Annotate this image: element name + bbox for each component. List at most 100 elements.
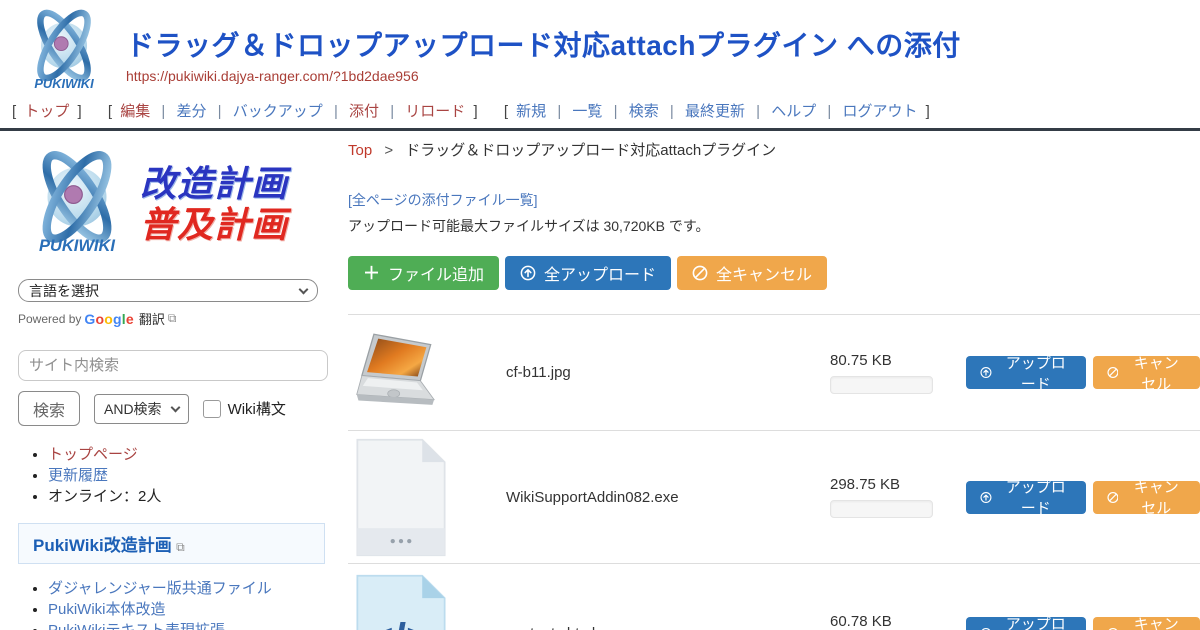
sidebar-item-text-extension[interactable]: PukiWikiテキスト表現拡張 <box>48 622 225 630</box>
nav-separator: | <box>334 103 338 120</box>
table-row: WikiSupportAddin082.exe 298.75 KB アップロード <box>348 430 1200 563</box>
upload-circle-icon <box>980 365 992 380</box>
cancel-circle-icon <box>1107 490 1119 505</box>
generic-file-icon <box>355 438 447 557</box>
pending-files-table: cf-b11.jpg 80.75 KB アップロード <box>348 314 1200 630</box>
code-glyph: </> <box>367 615 432 630</box>
breadcrumb-separator: > <box>384 142 393 159</box>
external-link-icon: ⧉ <box>168 311 177 326</box>
pukiwiki-atom-logo[interactable]: PUKIWIKI <box>18 5 110 97</box>
online-counter: オンライン：2人 <box>48 488 161 505</box>
nav-bracket: [ <box>12 103 16 120</box>
nav-item-backup[interactable]: バックアップ <box>233 103 323 120</box>
logo-line-kaizou: 改造計画 <box>140 163 288 204</box>
logo-line-fukyuu: 普及計画 <box>140 204 288 245</box>
upload-toolbar: ＋ ファイル追加 全アップロード 全キャンセル <box>348 256 1200 290</box>
nav-item-search[interactable]: 検索 <box>629 103 659 120</box>
cancel-button[interactable]: キャンセル <box>1093 356 1200 389</box>
google-logo: Google <box>84 311 133 327</box>
nav-separator: | <box>390 103 394 120</box>
nav-item-help[interactable]: ヘルプ <box>771 103 816 120</box>
breadcrumb: Top > ドラッグ＆ドロップアップロード対応attachプラグイン <box>348 139 1200 160</box>
sidebar-item-toppage[interactable]: トップページ <box>48 446 138 463</box>
sidebar-quick-links: トップページ 更新履歴 オンライン：2人 <box>18 444 330 507</box>
list-item: PukiWikiテキスト表現拡張 <box>48 620 318 630</box>
add-files-button[interactable]: ＋ ファイル追加 <box>348 256 499 290</box>
nav-bracket: ] <box>78 103 82 120</box>
breadcrumb-current-page: ドラッグ＆ドロップアップロード対応attachプラグイン <box>405 142 776 159</box>
search-mode-select[interactable]: AND検索 <box>94 394 189 424</box>
sidebar-logo-banner[interactable]: PUKIWIKI 改造計画 普及計画 <box>18 143 330 265</box>
list-item: 更新履歴 <box>48 465 330 486</box>
wiki-syntax-label: Wiki構文 <box>228 398 286 419</box>
external-link-icon: ⧉ <box>176 540 185 554</box>
cancel-button[interactable]: キャンセル <box>1093 617 1200 630</box>
upload-button[interactable]: アップロード <box>966 356 1086 389</box>
file-name: contents.html <box>506 625 830 630</box>
nav-separator: | <box>557 103 561 120</box>
plus-icon: ＋ <box>363 265 380 282</box>
language-select[interactable]: 言語を選択 <box>18 279 318 302</box>
cancel-button[interactable]: キャンセル <box>1093 481 1200 514</box>
file-size: 60.78 KB <box>830 613 948 630</box>
translate-link[interactable]: 翻訳 <box>139 309 165 328</box>
cancel-circle-icon <box>692 265 708 281</box>
all-pages-attachment-list-link[interactable]: [全ページの添付ファイル一覧] <box>348 190 538 210</box>
upload-all-button[interactable]: 全アップロード <box>505 256 671 290</box>
nav-item-new[interactable]: 新規 <box>516 103 546 120</box>
upload-circle-icon <box>980 626 992 630</box>
nav-item-recent[interactable]: 最終更新 <box>685 103 745 120</box>
upload-progress-bar <box>830 376 933 394</box>
main-content: Top > ドラッグ＆ドロップアップロード対応attachプラグイン [全ページ… <box>330 131 1200 630</box>
upload-button[interactable]: アップロード <box>966 617 1086 630</box>
sidebar: PUKIWIKI 改造計画 普及計画 言語を選択 Powered by Goog… <box>0 131 330 630</box>
table-row: cf-b11.jpg 80.75 KB アップロード <box>348 314 1200 430</box>
site-search-input[interactable] <box>18 350 328 381</box>
cancel-circle-icon <box>1107 626 1119 630</box>
nav-item-logout[interactable]: ログアウト <box>842 103 917 120</box>
html-file-icon: </> <box>355 574 447 630</box>
nav-bracket: [ <box>504 103 508 120</box>
page-url-link[interactable]: https://pukiwiki.dajya-ranger.com/?1bd2d… <box>126 68 419 84</box>
nav-separator: | <box>827 103 831 120</box>
upload-circle-icon <box>520 265 536 281</box>
nav-item-list[interactable]: 一覧 <box>572 103 602 120</box>
sidebar-item-common-files[interactable]: ダジャレンジャー版共通ファイル <box>48 580 272 597</box>
nav-bracket: ] <box>926 103 930 120</box>
pukiwiki-atom-logo-sidebar: PUKIWIKI <box>18 144 136 264</box>
laptop-photo-thumbnail <box>355 330 441 416</box>
search-button[interactable]: 検索 <box>18 391 80 426</box>
project-box: PukiWiki改造計画 ⧉ <box>18 523 325 564</box>
nav-item-edit[interactable]: 編集 <box>120 103 150 120</box>
file-name: cf-b11.jpg <box>506 364 830 381</box>
nav-separator: | <box>218 103 222 120</box>
breadcrumb-home-link[interactable]: Top <box>348 142 372 159</box>
top-navigation: [ トップ ] [ 編集 | 差分 | バックアップ | 添付 | リロード ]… <box>0 97 1200 131</box>
nav-item-reload[interactable]: リロード <box>405 103 465 120</box>
language-select-value: 言語を選択 <box>29 281 99 301</box>
sidebar-item-recent-changes[interactable]: 更新履歴 <box>48 467 108 484</box>
nav-separator: | <box>161 103 165 120</box>
nav-separator: | <box>756 103 760 120</box>
upload-button[interactable]: アップロード <box>966 481 1086 514</box>
file-size: 80.75 KB <box>830 352 948 369</box>
project-box-link[interactable]: PukiWiki改造計画 <box>33 536 172 555</box>
cancel-circle-icon <box>1107 365 1119 380</box>
list-item: PukiWiki本体改造 <box>48 599 318 620</box>
nav-item-top[interactable]: トップ <box>24 103 69 120</box>
pukiwiki-brand-text: PUKIWIKI <box>39 237 115 255</box>
nav-separator: | <box>614 103 618 120</box>
nav-item-diff[interactable]: 差分 <box>176 103 206 120</box>
nav-bracket: ] <box>473 103 477 120</box>
list-item: トップページ <box>48 444 330 465</box>
chevron-down-icon <box>299 284 309 294</box>
wiki-syntax-checkbox[interactable] <box>203 400 221 418</box>
cancel-all-button[interactable]: 全キャンセル <box>677 256 827 290</box>
page-title: ドラッグ＆ドロップアップロード対応attachプラグイン への添付 <box>126 24 961 64</box>
list-item: ダジャレンジャー版共通ファイル <box>48 578 318 599</box>
nav-item-attach[interactable]: 添付 <box>349 103 379 120</box>
nav-separator: | <box>670 103 674 120</box>
powered-by-label: Powered by <box>18 312 81 326</box>
sidebar-item-core-mod[interactable]: PukiWiki本体改造 <box>48 601 166 618</box>
nav-bracket: [ <box>108 103 112 120</box>
